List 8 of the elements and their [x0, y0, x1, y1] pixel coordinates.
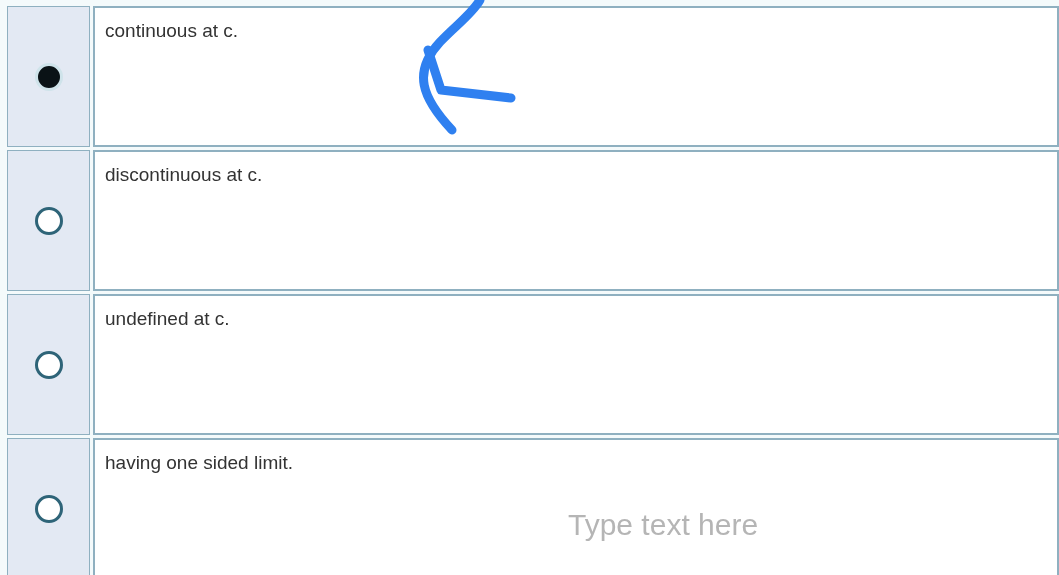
text-overlay-field[interactable]: Type text here: [568, 504, 798, 544]
radio-button[interactable]: [34, 494, 63, 523]
option-label: having one sided limit.: [105, 452, 293, 473]
option-label: discontinuous at c.: [105, 164, 263, 185]
option-label: undefined at c.: [105, 308, 230, 329]
radio-button[interactable]: [34, 350, 63, 379]
radio-button[interactable]: [34, 206, 63, 235]
option-label: continuous at c.: [105, 20, 239, 41]
